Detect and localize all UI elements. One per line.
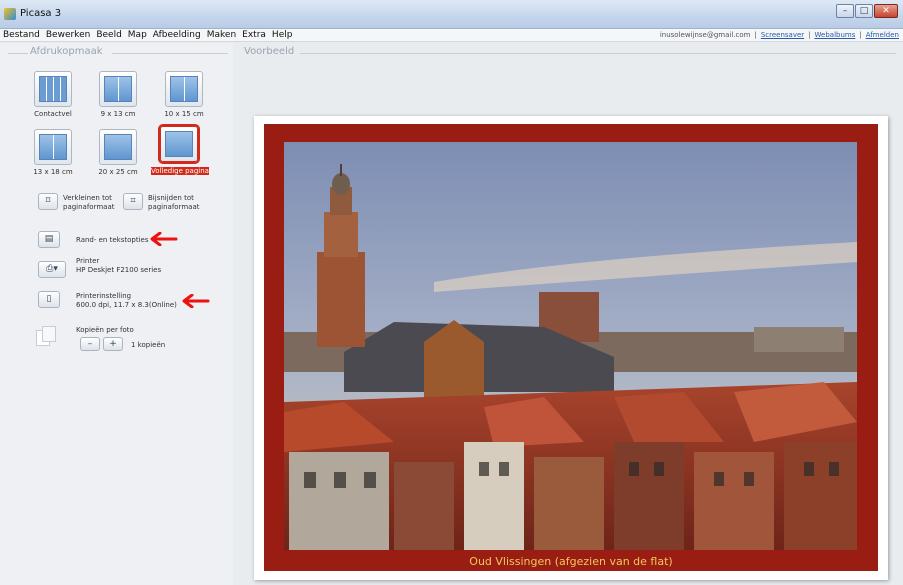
sign-out-link[interactable]: Afmelden <box>866 31 899 39</box>
crop-to-page-label: Bijsnijden tot paginaformaat <box>148 194 200 211</box>
copies-value: 1 kopieën <box>131 341 166 349</box>
printer-setup-value: 600.0 dpi, 11.7 x 8.3(Online) <box>76 301 177 309</box>
photo-20x25-icon <box>104 134 132 160</box>
layout-caption: Contactvel <box>34 110 72 118</box>
maximize-button[interactable]: □ <box>855 4 873 18</box>
shrink-icon: ⌑ <box>45 196 51 206</box>
menu-afbeelding[interactable]: Afbeelding <box>153 30 201 40</box>
print-layout-panel: Afdrukopmaak Contactvel 9 x 13 cm 10 x 1… <box>0 43 233 585</box>
menu: Bestand Bewerken Beeld Map Afbeelding Ma… <box>3 30 292 40</box>
photo-frame: Oud Vlissingen (afgezien van de flat) <box>264 124 878 571</box>
menu-extra[interactable]: Extra <box>242 30 266 40</box>
menu-bar: Bestand Bewerken Beeld Map Afbeelding Ma… <box>0 29 903 42</box>
layout-volledige-pagina[interactable] <box>160 126 198 162</box>
printer-heading: Printer <box>76 257 100 265</box>
city-photo-illustration <box>284 142 857 550</box>
printer-name: HP Deskjet F2100 series <box>76 266 162 274</box>
printer-setup-button[interactable]: ▯ <box>38 291 60 308</box>
menu-map[interactable]: Map <box>128 30 147 40</box>
shrink-to-page-button[interactable]: ⌑ <box>38 193 58 210</box>
red-arrow-annotation <box>182 294 210 308</box>
menu-bewerken[interactable]: Bewerken <box>46 30 90 40</box>
shrink-to-page-label: Verkleinen tot paginaformaat <box>63 194 115 211</box>
contact-sheet-icon <box>39 76 67 102</box>
photo-13x18-icon <box>39 134 67 160</box>
layout-caption: 13 x 18 cm <box>33 168 73 176</box>
preview-photo[interactable] <box>284 142 857 550</box>
webalbums-link[interactable]: Webalbums <box>815 31 856 39</box>
menu-help[interactable]: Help <box>272 30 293 40</box>
printer-select-button[interactable]: ⎙▾ <box>38 261 66 278</box>
copies-decrease-button[interactable]: – <box>80 337 100 351</box>
page-setup-icon: ▯ <box>46 294 52 304</box>
group-divider <box>112 53 228 54</box>
copies-heading: Kopieën per foto <box>76 326 134 334</box>
window-title: Picasa 3 <box>20 8 62 19</box>
layout-10x15[interactable] <box>165 71 203 107</box>
crop-icon: ⌗ <box>130 196 136 206</box>
screensaver-link[interactable]: Screensaver <box>761 31 804 39</box>
layout-caption: 10 x 15 cm <box>164 110 204 118</box>
group-divider <box>8 53 28 54</box>
photo-10x15-icon <box>170 76 198 102</box>
layout-caption: 20 x 25 cm <box>98 168 138 176</box>
copies-increase-button[interactable]: + <box>103 337 123 351</box>
layout-contactvel[interactable] <box>34 71 72 107</box>
window-controls: – □ ✕ <box>836 4 898 18</box>
crop-to-page-button[interactable]: ⌗ <box>123 193 143 210</box>
border-options-icon: ▤ <box>44 234 54 244</box>
printer-setup-heading: Printerinstelling <box>76 292 132 300</box>
layout-caption: 9 x 13 cm <box>100 110 136 118</box>
menu-maken[interactable]: Maken <box>207 30 236 40</box>
menu-beeld[interactable]: Beeld <box>96 30 121 40</box>
print-preview-page: Oud Vlissingen (afgezien van de flat) <box>254 116 888 580</box>
picasa-app-icon <box>4 8 16 20</box>
photo-9x13-icon <box>104 76 132 102</box>
layout-20x25[interactable] <box>99 129 137 165</box>
full-page-icon <box>165 131 193 157</box>
border-text-options-button[interactable]: ▤ <box>38 231 60 248</box>
printer-icon: ⎙▾ <box>46 264 58 274</box>
minimize-button[interactable]: – <box>836 4 854 18</box>
user-links: inusolewijnse@gmail.com | Screensaver | … <box>659 31 899 39</box>
layout-group-title: Afdrukopmaak <box>30 46 103 57</box>
group-divider <box>300 53 896 54</box>
close-button[interactable]: ✕ <box>874 4 898 18</box>
copies-icon <box>36 324 62 350</box>
layout-caption-selected: Volledige pagina <box>151 167 209 175</box>
user-email: inusolewijnse@gmail.com <box>659 31 751 39</box>
title-bar: Picasa 3 – □ ✕ <box>0 0 903 29</box>
layout-9x13[interactable] <box>99 71 137 107</box>
layout-13x18[interactable] <box>34 129 72 165</box>
photo-caption[interactable]: Oud Vlissingen (afgezien van de flat) <box>264 555 878 568</box>
border-text-options-label: Rand- en tekstopties <box>76 236 149 244</box>
menu-bestand[interactable]: Bestand <box>3 30 40 40</box>
red-arrow-annotation <box>150 232 178 246</box>
preview-group-title: Voorbeeld <box>244 46 295 57</box>
